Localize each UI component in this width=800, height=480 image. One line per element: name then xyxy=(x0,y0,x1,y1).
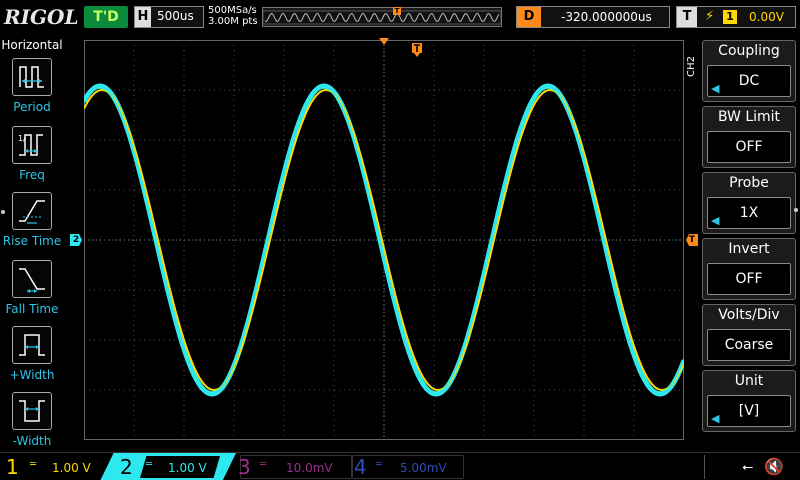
softkey-title: Coupling xyxy=(718,43,780,59)
trigger-position-arrow-icon xyxy=(379,38,389,45)
memory-depth: 3.00M pts xyxy=(208,16,258,27)
rising-edge-icon: ⚡ xyxy=(705,9,715,24)
positive-width-icon xyxy=(12,326,52,364)
usb-icon: ⭠ xyxy=(742,459,754,475)
softkey-value: Coarse xyxy=(707,329,791,361)
rise-time-icon xyxy=(12,192,52,230)
trigger-level: 0.00V xyxy=(749,10,784,24)
menu-arrow-icon: ◀ xyxy=(711,412,720,425)
measure-positive-width-button[interactable]: +Width xyxy=(0,326,64,392)
timebase-value: 500us xyxy=(157,9,194,23)
measure-label: Rise Time xyxy=(2,234,62,248)
measure-frequency-button[interactable]: 1/ Freq xyxy=(0,126,64,192)
channel-scale: 10.0mV xyxy=(286,461,333,475)
measure-label: -Width xyxy=(12,434,52,448)
left-panel-title: Horizontal xyxy=(1,38,63,52)
delay-tag: D xyxy=(517,7,541,27)
right-panel-page-dot xyxy=(794,208,798,212)
left-panel-page-dot xyxy=(1,210,5,214)
menu-arrow-icon: ◀ xyxy=(711,214,720,227)
timebase-control[interactable]: H 500us xyxy=(134,6,204,28)
softkey-title: Invert xyxy=(728,241,770,257)
channel-scale: 5.00mV xyxy=(400,461,447,475)
sound-muted-icon[interactable]: 🔇 xyxy=(764,457,784,476)
dc-coupling-icon: ═ xyxy=(376,459,383,470)
channel-status-bar: 1 ═ 1.00 V 2 ═ 1.00 V 3 ═ 10.0mV 4 ═ 5.0… xyxy=(0,452,800,480)
softkey-value: ◀ 1X xyxy=(707,197,791,229)
period-icon xyxy=(12,58,52,96)
softkey-title: Unit xyxy=(734,373,764,389)
waveform-display[interactable] xyxy=(84,40,684,440)
svg-text:1/: 1/ xyxy=(18,134,26,143)
ch2-offset-marker[interactable]: 2 xyxy=(70,234,82,246)
trigger-t-icon xyxy=(412,43,422,57)
graticule xyxy=(84,40,684,440)
measure-label: Period xyxy=(13,100,51,114)
channel-1-tab[interactable]: 1 ═ 1.00 V xyxy=(0,453,100,480)
fall-time-icon xyxy=(12,260,52,298)
channel-number: 2 xyxy=(120,455,133,479)
softkey-value: ◀ [V] xyxy=(707,395,791,427)
sample-rate: 500MSa/s xyxy=(208,5,257,16)
bw-limit-softkey[interactable]: BW Limit OFF xyxy=(702,106,796,168)
measure-negative-width-button[interactable]: -Width xyxy=(0,392,64,458)
probe-softkey[interactable]: Probe ◀ 1X xyxy=(702,172,796,234)
softkey-value: OFF xyxy=(707,131,791,163)
channel-2-tab[interactable]: 2 ═ 1.00 V xyxy=(100,453,236,480)
dc-coupling-icon: ═ xyxy=(146,459,153,470)
invert-softkey[interactable]: Invert OFF xyxy=(702,238,796,300)
memory-overview-bar[interactable]: T xyxy=(262,7,502,27)
frequency-icon: 1/ xyxy=(12,126,52,164)
volts-div-softkey[interactable]: Volts/Div Coarse xyxy=(702,304,796,366)
channel-number: 4 xyxy=(354,455,367,479)
run-state-badge[interactable]: T'D xyxy=(84,6,128,28)
horizontal-delay-control[interactable]: D -320.000000us xyxy=(516,6,670,28)
trigger-status-control[interactable]: T ⚡ 1 0.00V xyxy=(676,6,796,28)
measure-label: Freq xyxy=(19,168,45,182)
measure-label: +Width xyxy=(9,368,55,382)
softkey-title: BW Limit xyxy=(717,109,781,125)
dc-coupling-icon: ═ xyxy=(260,459,267,470)
horizontal-measure-panel: Horizontal Period 1/ Freq Rise Time Fall… xyxy=(0,36,64,452)
channel-scale: 1.00 V xyxy=(168,461,207,475)
dc-coupling-icon: ═ xyxy=(30,459,37,470)
acquisition-info: 500MSa/s 3.00M pts xyxy=(208,5,258,27)
measure-period-button[interactable]: Period xyxy=(0,58,64,124)
softkey-title: Volts/Div xyxy=(718,307,780,323)
channel-number: 3 xyxy=(238,455,251,479)
trigger-tag: T xyxy=(677,7,697,27)
measure-rise-time-button[interactable]: Rise Time xyxy=(0,192,64,258)
timebase-tag: H xyxy=(135,7,151,27)
menu-arrow-icon: ◀ xyxy=(711,82,720,95)
trigger-source: 1 xyxy=(723,10,737,24)
channel-scale: 1.00 V xyxy=(52,461,91,475)
brand-logo: RIGOL xyxy=(4,5,79,29)
measure-label: Fall Time xyxy=(5,302,59,316)
memory-trigger-marker: T xyxy=(393,7,401,15)
channel-number: 1 xyxy=(6,455,19,479)
delay-value: -320.000000us xyxy=(561,10,652,24)
memory-waveform-overview xyxy=(263,10,501,25)
trigger-position-marker[interactable] xyxy=(411,42,423,58)
measure-fall-time-button[interactable]: Fall Time xyxy=(0,260,64,326)
coupling-softkey[interactable]: Coupling ◀ DC xyxy=(702,40,796,102)
menu-channel-label: CH2 xyxy=(686,56,697,77)
softkey-value: OFF xyxy=(707,263,791,295)
softkey-title: Probe xyxy=(729,175,769,191)
negative-width-icon xyxy=(12,392,52,430)
top-status-bar: RIGOL T'D H 500us 500MSa/s 3.00M pts T D… xyxy=(0,0,800,36)
softkey-value: ◀ DC xyxy=(707,65,791,97)
unit-softkey[interactable]: Unit ◀ [V] xyxy=(702,370,796,432)
